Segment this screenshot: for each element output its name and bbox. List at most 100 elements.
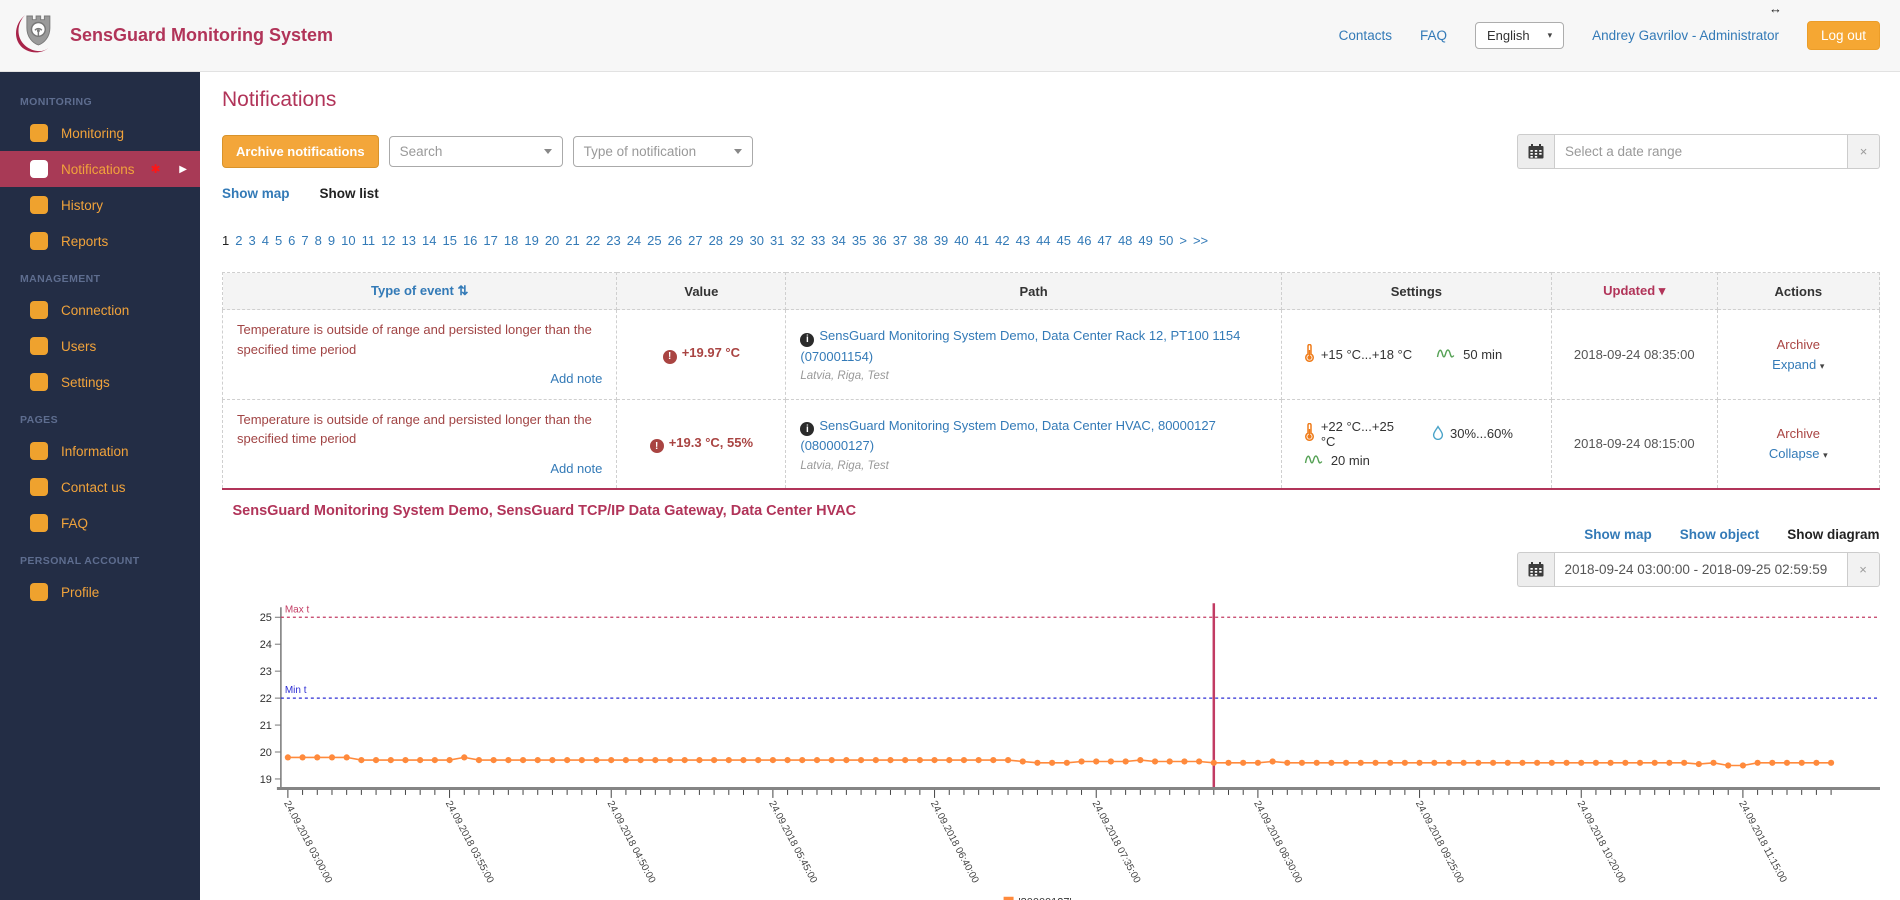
sidebar-item-monitoring[interactable]: Monitoring	[0, 115, 200, 151]
page-link-18[interactable]: 18	[504, 233, 518, 248]
detail-show-object-link[interactable]: Show object	[1680, 527, 1760, 542]
page-link-19[interactable]: 19	[524, 233, 538, 248]
page-link-10[interactable]: 10	[341, 233, 355, 248]
archive-action-link[interactable]: Archive	[1732, 337, 1865, 352]
archive-notifications-button[interactable]: Archive notifications	[222, 135, 379, 168]
sidebar-item-connection[interactable]: Connection	[0, 292, 200, 328]
page-link-32[interactable]: 32	[790, 233, 804, 248]
page-link-21[interactable]: 21	[565, 233, 579, 248]
contacts-link[interactable]: Contacts	[1339, 28, 1392, 43]
last-page-link[interactable]: >>	[1193, 233, 1208, 248]
sidebar-item-notifications[interactable]: Notifications✱▶	[0, 151, 200, 187]
notification-type-select[interactable]: Type of notification	[573, 136, 753, 167]
page-link-20[interactable]: 20	[545, 233, 559, 248]
page-link-42[interactable]: 42	[995, 233, 1009, 248]
sensor-path-link[interactable]: SensGuard Monitoring System Demo, Data C…	[800, 328, 1240, 364]
sidebar-item-profile[interactable]: Profile	[0, 574, 200, 610]
page-link-47[interactable]: 47	[1097, 233, 1111, 248]
sidebar-item-users[interactable]: Users	[0, 328, 200, 364]
data-point	[1284, 760, 1290, 766]
page-link-11[interactable]: 11	[362, 233, 376, 248]
collapse-toggle-link[interactable]: Collapse ▾	[1732, 446, 1865, 461]
sidebar-item-label: Connection	[61, 303, 129, 318]
page-link-5[interactable]: 5	[275, 233, 282, 248]
calendar-icon[interactable]	[1517, 552, 1554, 587]
page-link-30[interactable]: 30	[750, 233, 764, 248]
page-link-50[interactable]: 50	[1159, 233, 1173, 248]
page-link-25[interactable]: 25	[647, 233, 661, 248]
sidebar-item-settings[interactable]: Settings	[0, 364, 200, 400]
detail-date-range-input[interactable]	[1554, 552, 1848, 587]
page-link-7[interactable]: 7	[301, 233, 308, 248]
page-link-17[interactable]: 17	[483, 233, 497, 248]
page-link-33[interactable]: 33	[811, 233, 825, 248]
page-link-3[interactable]: 3	[248, 233, 255, 248]
sensor-path-link[interactable]: SensGuard Monitoring System Demo, Data C…	[800, 418, 1215, 454]
show-map-link[interactable]: Show map	[222, 186, 290, 201]
sidebar-item-information[interactable]: Information	[0, 433, 200, 469]
sidebar-item-faq[interactable]: FAQ	[0, 505, 200, 541]
page-link-26[interactable]: 26	[668, 233, 682, 248]
page-link-35[interactable]: 35	[852, 233, 866, 248]
user-profile-link[interactable]: Andrey Gavrilov - Administrator	[1592, 28, 1779, 43]
sidebar-item-history[interactable]: History	[0, 187, 200, 223]
calendar-icon[interactable]	[1517, 134, 1554, 169]
page-link-45[interactable]: 45	[1057, 233, 1071, 248]
page-link-38[interactable]: 38	[913, 233, 927, 248]
page-link-48[interactable]: 48	[1118, 233, 1132, 248]
page-link-23[interactable]: 23	[606, 233, 620, 248]
page-link-8[interactable]: 8	[315, 233, 322, 248]
faq-link[interactable]: FAQ	[1420, 28, 1447, 43]
data-point	[1166, 758, 1172, 764]
page-link-12[interactable]: 12	[381, 233, 395, 248]
language-select[interactable]: English ▾	[1475, 22, 1564, 49]
x-tick-label: 24.09.2018 07:35:00	[1089, 799, 1142, 885]
page-link-31[interactable]: 31	[770, 233, 784, 248]
page-link-14[interactable]: 14	[422, 233, 436, 248]
page-link-6[interactable]: 6	[288, 233, 295, 248]
page-link-46[interactable]: 46	[1077, 233, 1091, 248]
page-link-22[interactable]: 22	[586, 233, 600, 248]
x-tick-label: 24.09.2018 05:45:00	[766, 799, 819, 885]
table-row: Temperature is outside of range and pers…	[223, 399, 1880, 489]
page-link-49[interactable]: 49	[1138, 233, 1152, 248]
clear-date-button[interactable]: ×	[1848, 552, 1880, 587]
page-link-24[interactable]: 24	[627, 233, 641, 248]
date-range-input[interactable]	[1554, 134, 1848, 169]
page-link-44[interactable]: 44	[1036, 233, 1050, 248]
logout-button[interactable]: Log out	[1807, 21, 1880, 50]
sidebar-item-contact-us[interactable]: Contact us	[0, 469, 200, 505]
page-link-36[interactable]: 36	[872, 233, 886, 248]
expand-toggle-link[interactable]: Expand ▾	[1732, 357, 1865, 372]
info-icon[interactable]: i	[800, 422, 814, 436]
add-note-link[interactable]: Add note	[237, 369, 602, 389]
page-link-40[interactable]: 40	[954, 233, 968, 248]
data-point	[1592, 760, 1598, 766]
page-link-37[interactable]: 37	[893, 233, 907, 248]
clear-date-button[interactable]: ×	[1848, 134, 1880, 169]
page-link-15[interactable]: 15	[442, 233, 456, 248]
page-link-2[interactable]: 2	[235, 233, 242, 248]
next-page-link[interactable]: >	[1179, 233, 1187, 248]
data-point	[1196, 758, 1202, 764]
page-link-4[interactable]: 4	[262, 233, 269, 248]
page-link-13[interactable]: 13	[402, 233, 416, 248]
column-header-type-of-event[interactable]: Type of event ⇅	[223, 273, 617, 310]
page-link-39[interactable]: 39	[934, 233, 948, 248]
page-link-16[interactable]: 16	[463, 233, 477, 248]
page-link-41[interactable]: 41	[975, 233, 989, 248]
search-select[interactable]: Search	[389, 136, 563, 167]
column-header-updated[interactable]: Updated ▾	[1551, 273, 1717, 310]
archive-action-link[interactable]: Archive	[1732, 426, 1865, 441]
show-list-link: Show list	[320, 186, 379, 201]
page-link-43[interactable]: 43	[1016, 233, 1030, 248]
page-link-27[interactable]: 27	[688, 233, 702, 248]
add-note-link[interactable]: Add note	[237, 459, 602, 479]
page-link-29[interactable]: 29	[729, 233, 743, 248]
page-link-28[interactable]: 28	[709, 233, 723, 248]
page-link-9[interactable]: 9	[328, 233, 335, 248]
info-icon[interactable]: i	[800, 333, 814, 347]
detail-show-map-link[interactable]: Show map	[1584, 527, 1652, 542]
sidebar-item-reports[interactable]: Reports	[0, 223, 200, 259]
page-link-34[interactable]: 34	[831, 233, 845, 248]
